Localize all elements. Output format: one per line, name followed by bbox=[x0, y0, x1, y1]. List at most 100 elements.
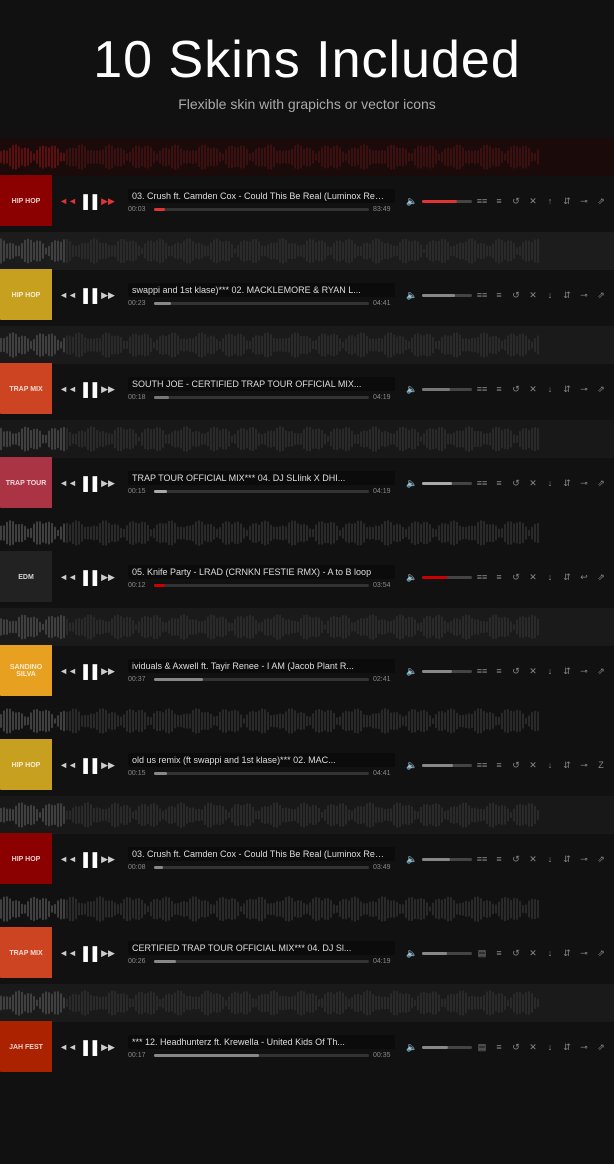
volume-icon[interactable]: 🔈 bbox=[405, 758, 419, 772]
progress-track[interactable] bbox=[154, 584, 369, 587]
next-button[interactable]: ▶▶ bbox=[100, 757, 116, 773]
volume-slider[interactable] bbox=[422, 294, 472, 297]
icon-btn-1[interactable]: ≡ bbox=[492, 476, 506, 490]
icon-btn-1[interactable]: ≡ bbox=[492, 758, 506, 772]
icon-btn-3[interactable]: ✕ bbox=[526, 664, 540, 678]
volume-slider[interactable] bbox=[422, 200, 472, 203]
play-button[interactable]: ▐▐ bbox=[80, 757, 96, 773]
icon-btn-2[interactable]: ↺ bbox=[509, 194, 523, 208]
volume-slider[interactable] bbox=[422, 670, 472, 673]
next-button[interactable]: ▶▶ bbox=[100, 851, 116, 867]
icon-btn-5[interactable]: ⇵ bbox=[560, 194, 574, 208]
volume-slider[interactable] bbox=[422, 1046, 472, 1049]
volume-slider[interactable] bbox=[422, 764, 472, 767]
icon-btn-0[interactable]: ≡≡ bbox=[475, 664, 489, 678]
icon-btn-0[interactable]: ▤ bbox=[475, 946, 489, 960]
prev-button[interactable]: ◄◄ bbox=[60, 193, 76, 209]
icon-btn-3[interactable]: ✕ bbox=[526, 382, 540, 396]
volume-slider[interactable] bbox=[422, 858, 472, 861]
next-button[interactable]: ▶▶ bbox=[100, 287, 116, 303]
icon-btn-3[interactable]: ✕ bbox=[526, 288, 540, 302]
icon-btn-5[interactable]: ⇵ bbox=[560, 1040, 574, 1054]
icon-btn-7[interactable]: ⇗ bbox=[594, 382, 608, 396]
icon-btn-2[interactable]: ↺ bbox=[509, 758, 523, 772]
next-button[interactable]: ▶▶ bbox=[100, 193, 116, 209]
icon-btn-1[interactable]: ≡ bbox=[492, 194, 506, 208]
play-button[interactable]: ▐▐ bbox=[80, 851, 96, 867]
icon-btn-6[interactable]: ↩ bbox=[577, 570, 591, 584]
next-button[interactable]: ▶▶ bbox=[100, 945, 116, 961]
icon-btn-0[interactable]: ≡≡ bbox=[475, 758, 489, 772]
icon-btn-2[interactable]: ↺ bbox=[509, 288, 523, 302]
volume-slider[interactable] bbox=[422, 388, 472, 391]
play-button[interactable]: ▐▐ bbox=[80, 945, 96, 961]
icon-btn-2[interactable]: ↺ bbox=[509, 570, 523, 584]
icon-btn-5[interactable]: ⇵ bbox=[560, 946, 574, 960]
icon-btn-6[interactable]: ⊸ bbox=[577, 476, 591, 490]
icon-btn-5[interactable]: ⇵ bbox=[560, 476, 574, 490]
icon-btn-1[interactable]: ≡ bbox=[492, 382, 506, 396]
icon-btn-5[interactable]: ⇵ bbox=[560, 288, 574, 302]
progress-track[interactable] bbox=[154, 678, 369, 681]
icon-btn-7[interactable]: ⇗ bbox=[594, 664, 608, 678]
icon-btn-2[interactable]: ↺ bbox=[509, 946, 523, 960]
icon-btn-2[interactable]: ↺ bbox=[509, 1040, 523, 1054]
next-button[interactable]: ▶▶ bbox=[100, 1039, 116, 1055]
icon-btn-3[interactable]: ✕ bbox=[526, 570, 540, 584]
icon-btn-2[interactable]: ↺ bbox=[509, 852, 523, 866]
icon-btn-4[interactable]: ↓ bbox=[543, 570, 557, 584]
volume-icon[interactable]: 🔈 bbox=[405, 1040, 419, 1054]
icon-btn-2[interactable]: ↺ bbox=[509, 476, 523, 490]
icon-btn-3[interactable]: ✕ bbox=[526, 1040, 540, 1054]
icon-btn-6[interactable]: ⊸ bbox=[577, 664, 591, 678]
icon-btn-0[interactable]: ≡≡ bbox=[475, 570, 489, 584]
icon-btn-6[interactable]: ⊸ bbox=[577, 758, 591, 772]
icon-btn-0[interactable]: ≡≡ bbox=[475, 288, 489, 302]
volume-slider[interactable] bbox=[422, 482, 472, 485]
volume-icon[interactable]: 🔈 bbox=[405, 476, 419, 490]
volume-icon[interactable]: 🔈 bbox=[405, 664, 419, 678]
next-button[interactable]: ▶▶ bbox=[100, 569, 116, 585]
icon-btn-7[interactable]: ⇗ bbox=[594, 852, 608, 866]
progress-track[interactable] bbox=[154, 772, 369, 775]
icon-btn-6[interactable]: ⊸ bbox=[577, 288, 591, 302]
icon-btn-3[interactable]: ✕ bbox=[526, 194, 540, 208]
icon-btn-7[interactable]: ⇗ bbox=[594, 476, 608, 490]
icon-btn-1[interactable]: ≡ bbox=[492, 664, 506, 678]
icon-btn-4[interactable]: ↓ bbox=[543, 852, 557, 866]
icon-btn-4[interactable]: ↓ bbox=[543, 288, 557, 302]
icon-btn-4[interactable]: ↓ bbox=[543, 946, 557, 960]
icon-btn-1[interactable]: ≡ bbox=[492, 288, 506, 302]
icon-btn-5[interactable]: ⇵ bbox=[560, 570, 574, 584]
prev-button[interactable]: ◄◄ bbox=[60, 1039, 76, 1055]
icon-btn-6[interactable]: ⊸ bbox=[577, 1040, 591, 1054]
volume-icon[interactable]: 🔈 bbox=[405, 194, 419, 208]
volume-icon[interactable]: 🔈 bbox=[405, 852, 419, 866]
icon-btn-2[interactable]: ↺ bbox=[509, 664, 523, 678]
progress-track[interactable] bbox=[154, 1054, 369, 1057]
icon-btn-0[interactable]: ≡≡ bbox=[475, 852, 489, 866]
icon-btn-7[interactable]: ⇗ bbox=[594, 946, 608, 960]
icon-btn-3[interactable]: ✕ bbox=[526, 946, 540, 960]
play-button[interactable]: ▐▐ bbox=[80, 1039, 96, 1055]
icon-btn-3[interactable]: ✕ bbox=[526, 476, 540, 490]
progress-track[interactable] bbox=[154, 208, 369, 211]
prev-button[interactable]: ◄◄ bbox=[60, 569, 76, 585]
play-button[interactable]: ▐▐ bbox=[80, 569, 96, 585]
icon-btn-0[interactable]: ≡≡ bbox=[475, 194, 489, 208]
icon-btn-0[interactable]: ≡≡ bbox=[475, 476, 489, 490]
volume-slider[interactable] bbox=[422, 952, 472, 955]
next-button[interactable]: ▶▶ bbox=[100, 475, 116, 491]
prev-button[interactable]: ◄◄ bbox=[60, 945, 76, 961]
icon-btn-3[interactable]: ✕ bbox=[526, 758, 540, 772]
icon-btn-4[interactable]: ↓ bbox=[543, 476, 557, 490]
next-button[interactable]: ▶▶ bbox=[100, 663, 116, 679]
icon-btn-0[interactable]: ▤ bbox=[475, 1040, 489, 1054]
icon-btn-6[interactable]: ⊸ bbox=[577, 852, 591, 866]
icon-btn-0[interactable]: ≡≡ bbox=[475, 382, 489, 396]
progress-track[interactable] bbox=[154, 396, 369, 399]
prev-button[interactable]: ◄◄ bbox=[60, 475, 76, 491]
volume-icon[interactable]: 🔈 bbox=[405, 288, 419, 302]
play-button[interactable]: ▐▐ bbox=[80, 475, 96, 491]
icon-btn-5[interactable]: ⇵ bbox=[560, 852, 574, 866]
